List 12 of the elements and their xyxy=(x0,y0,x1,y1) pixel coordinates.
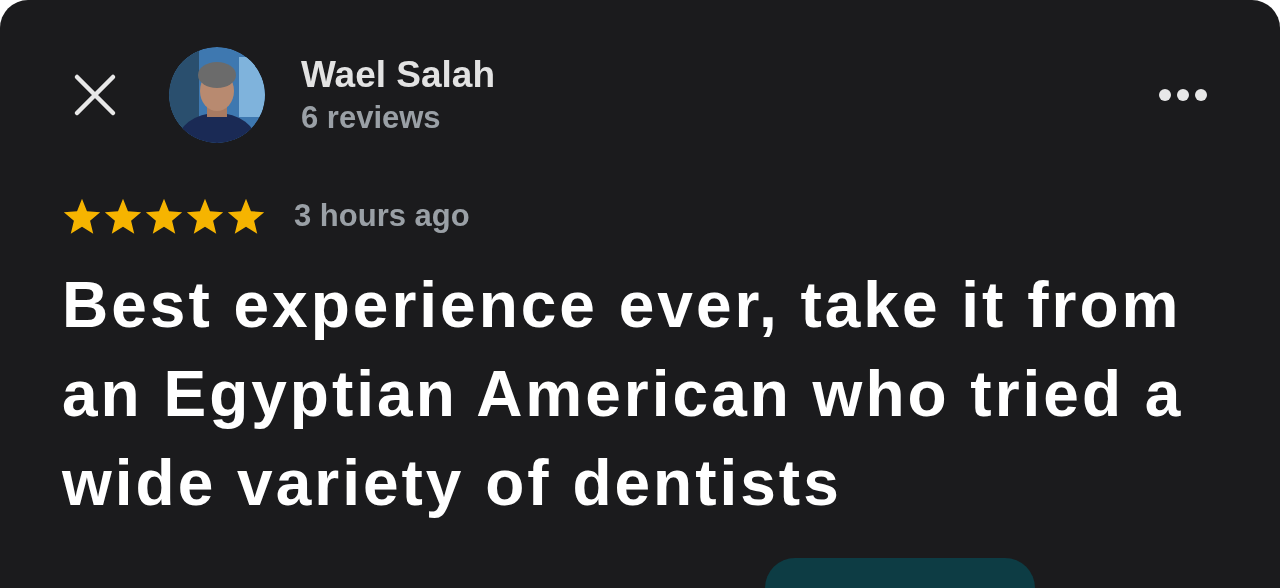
star-icon xyxy=(103,197,143,235)
star-icon xyxy=(226,197,266,235)
close-button[interactable] xyxy=(72,72,118,118)
review-count: 6 reviews xyxy=(301,99,442,137)
review-text: Best experience ever, take it from an Egyptian American who tried a wide variety of dentists xyxy=(62,268,1185,521)
close-icon xyxy=(73,73,117,117)
reviewer-name: Wael Salah xyxy=(301,53,495,97)
review-time: 3 hours ago xyxy=(294,198,470,234)
more-icon xyxy=(1158,88,1208,102)
star-icon xyxy=(62,197,102,235)
star-icon xyxy=(144,197,184,235)
star-icon xyxy=(185,197,225,235)
